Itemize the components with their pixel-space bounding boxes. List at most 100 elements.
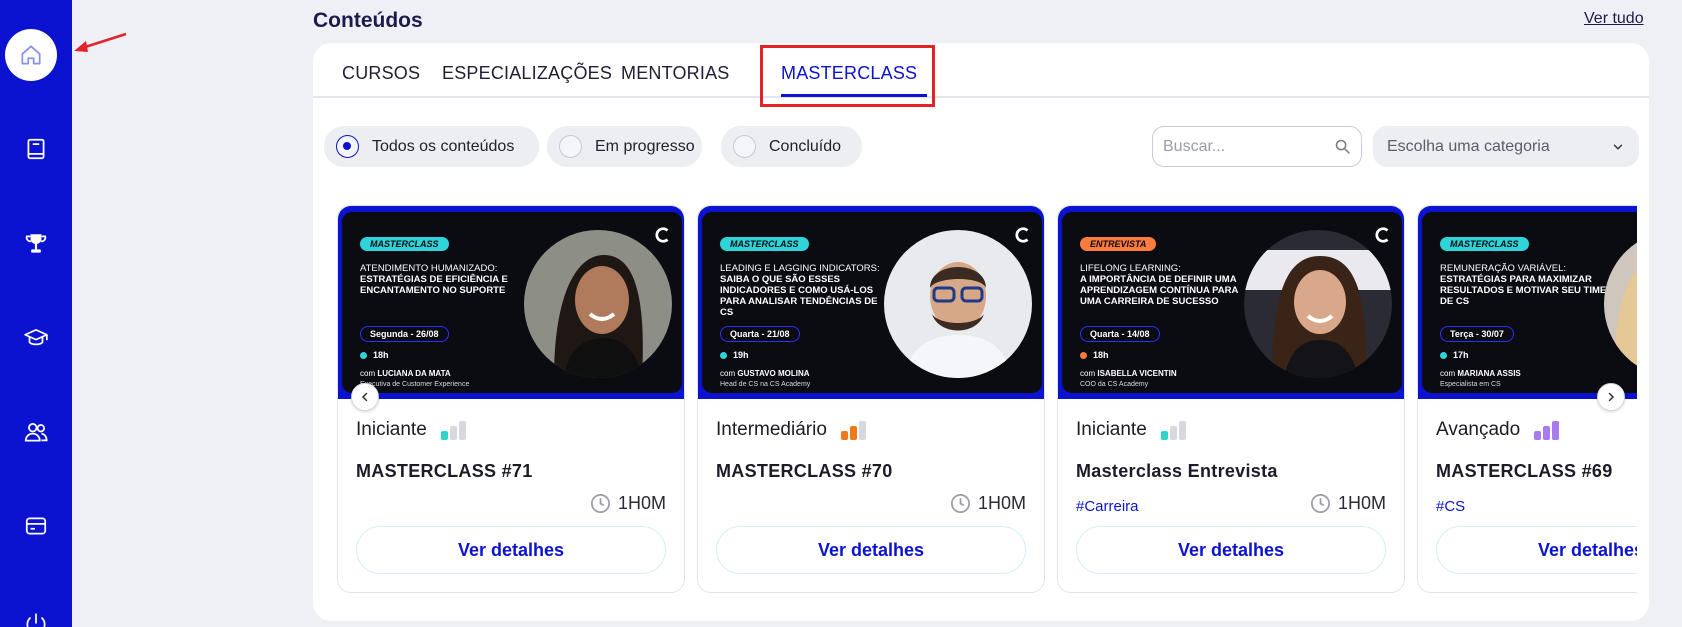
sidebar-item-community[interactable]	[12, 408, 60, 456]
thumb-date: Quarta - 14/08	[1080, 326, 1160, 342]
radio-selected-icon	[336, 135, 359, 158]
clock-icon	[590, 494, 610, 513]
search-icon[interactable]	[1334, 138, 1351, 155]
chevron-right-icon	[1608, 392, 1615, 402]
card-level: Avançado	[1436, 419, 1560, 441]
thumb-date: Terça - 30/07	[1440, 326, 1514, 342]
card-tag-link[interactable]: #Carreira	[1076, 498, 1139, 515]
clock-icon	[950, 494, 970, 513]
card-tag-link[interactable]: #CS	[1436, 498, 1465, 515]
card-title: MASTERCLASS #69	[1436, 461, 1613, 481]
level-bars-icon	[1534, 420, 1560, 440]
sidebar	[0, 0, 72, 627]
card-duration: 1H0M	[1309, 492, 1386, 515]
annotation-highlight-box	[760, 45, 935, 107]
details-button[interactable]: Ver detalhes	[1436, 526, 1637, 574]
level-bars-icon	[1160, 420, 1186, 440]
carousel-next-button[interactable]	[1597, 383, 1625, 411]
thumb-headline: ATENDIMENTO HUMANIZADO: ESTRATÉGIAS DE EF…	[360, 263, 508, 296]
card-thumbnail: MASTERCLASS REMUNERAÇÃO VARIÁVEL: ESTRATÉ…	[1418, 206, 1637, 399]
card-duration: 1H0M	[589, 492, 666, 515]
filter-in-progress[interactable]: Em progresso	[547, 126, 702, 167]
thumb-headline: LIFELONG LEARNING: A IMPORTÂNCIA DE DEFIN…	[1080, 263, 1238, 307]
brand-logo-icon	[1015, 227, 1029, 243]
card-thumbnail: MASTERCLASS LEADING E LAGGING INDICATORS…	[698, 206, 1044, 399]
level-bars-icon	[840, 420, 866, 440]
card-level: Iniciante	[1076, 419, 1186, 441]
card-thumbnail: MASTERCLASS ATENDIMENTO HUMANIZADO: ESTRA…	[338, 206, 684, 399]
thumb-tag: MASTERCLASS	[360, 237, 449, 251]
card-title: Masterclass Entrevista	[1076, 461, 1278, 481]
card-title: MASTERCLASS #70	[716, 461, 893, 481]
filter-in-progress-label: Em progresso	[595, 137, 695, 155]
speaker-photo	[1244, 230, 1392, 378]
sidebar-item-education[interactable]	[12, 314, 60, 362]
graduation-cap-icon	[24, 329, 48, 346]
details-button[interactable]: Ver detalhes	[1076, 526, 1386, 574]
home-icon	[21, 45, 41, 65]
sidebar-item-logout[interactable]	[12, 600, 60, 627]
filter-all[interactable]: Todos os conteúdos	[324, 126, 539, 167]
carousel-prev-button[interactable]	[351, 383, 379, 411]
sidebar-item-achievements[interactable]	[12, 220, 60, 268]
thumb-time: 18h	[1080, 350, 1109, 360]
thumb-time: 19h	[720, 350, 749, 360]
brand-logo-icon	[1375, 227, 1389, 243]
tab-courses[interactable]: CURSOS	[342, 63, 420, 84]
clock-icon	[1310, 494, 1330, 513]
thumb-date: Quarta - 21/08	[720, 326, 800, 342]
radio-icon	[733, 135, 756, 158]
thumb-host: com ISABELLA VICENTIN COO da CS Academy	[1080, 369, 1177, 388]
brand-logo-icon	[655, 227, 669, 243]
card-icon	[25, 517, 47, 535]
thumb-tag: MASTERCLASS	[1440, 237, 1529, 251]
radio-icon	[559, 135, 582, 158]
thumb-host: com MARIANA ASSIS Especialista em CS	[1440, 369, 1521, 388]
power-icon	[26, 613, 46, 627]
details-button[interactable]: Ver detalhes	[356, 526, 666, 574]
sidebar-item-home[interactable]	[5, 29, 57, 81]
card-duration: 1H0M	[949, 492, 1026, 515]
speaker-photo	[884, 230, 1032, 378]
thumb-host: com LUCIANA DA MATA Executiva de Customer…	[360, 369, 470, 388]
annotation-arrow-icon	[74, 32, 127, 52]
category-select[interactable]: Escolha uma categoria	[1373, 126, 1639, 167]
card-level: Intermediário	[716, 419, 866, 441]
book-icon	[27, 138, 45, 160]
content-card[interactable]: ENTREVISTA LIFELONG LEARNING: A IMPORTÂNC…	[1057, 205, 1405, 593]
filter-completed-label: Concluído	[769, 137, 842, 155]
trophy-icon	[25, 234, 47, 253]
tab-mentorships[interactable]: MENTORIAS	[621, 63, 729, 84]
card-thumbnail: ENTREVISTA LIFELONG LEARNING: A IMPORTÂNC…	[1058, 206, 1404, 399]
chevron-down-icon	[1613, 144, 1623, 150]
thumb-headline: REMUNERAÇÃO VARIÁVEL: ESTRATÉGIAS PARA MA…	[1440, 263, 1607, 307]
search-box	[1152, 126, 1362, 167]
filter-completed[interactable]: Concluído	[721, 126, 862, 167]
filter-all-label: Todos os conteúdos	[372, 137, 515, 155]
sidebar-item-billing[interactable]	[12, 502, 60, 550]
content-panel: CURSOS ESPECIALIZAÇÕES MENTORIAS MASTERC…	[313, 43, 1649, 621]
level-bars-icon	[440, 420, 466, 440]
card-level: Iniciante	[356, 419, 466, 441]
tab-specializations[interactable]: ESPECIALIZAÇÕES	[442, 63, 612, 84]
thumb-tag: MASTERCLASS	[720, 237, 809, 251]
content-card[interactable]: MASTERCLASS ATENDIMENTO HUMANIZADO: ESTRA…	[337, 205, 685, 593]
thumb-tag: ENTREVISTA	[1080, 237, 1157, 251]
speaker-photo	[1604, 230, 1637, 378]
tab-bar: CURSOS ESPECIALIZAÇÕES MENTORIAS MASTERC…	[313, 43, 1649, 98]
thumb-time: 18h	[360, 350, 389, 360]
speaker-photo	[524, 230, 672, 378]
users-icon	[24, 423, 48, 442]
thumb-host: com GUSTAVO MOLINA Head de CS na CS Acade…	[720, 369, 811, 388]
cards-carousel: MASTERCLASS ATENDIMENTO HUMANIZADO: ESTRA…	[325, 205, 1637, 610]
thumb-time: 17h	[1440, 350, 1469, 360]
chevron-left-icon	[361, 392, 368, 402]
see-all-link[interactable]: Ver tudo	[1584, 10, 1644, 28]
content-card[interactable]: MASTERCLASS LEADING E LAGGING INDICATORS…	[697, 205, 1045, 593]
details-button[interactable]: Ver detalhes	[716, 526, 1026, 574]
search-input[interactable]	[1163, 137, 1323, 156]
thumb-headline: LEADING E LAGGING INDICATORS: SAIBA O QUE…	[720, 263, 880, 318]
thumb-date: Segunda - 26/08	[360, 326, 449, 342]
page-title: Conteúdos	[313, 9, 423, 32]
sidebar-item-courses[interactable]	[12, 125, 60, 173]
